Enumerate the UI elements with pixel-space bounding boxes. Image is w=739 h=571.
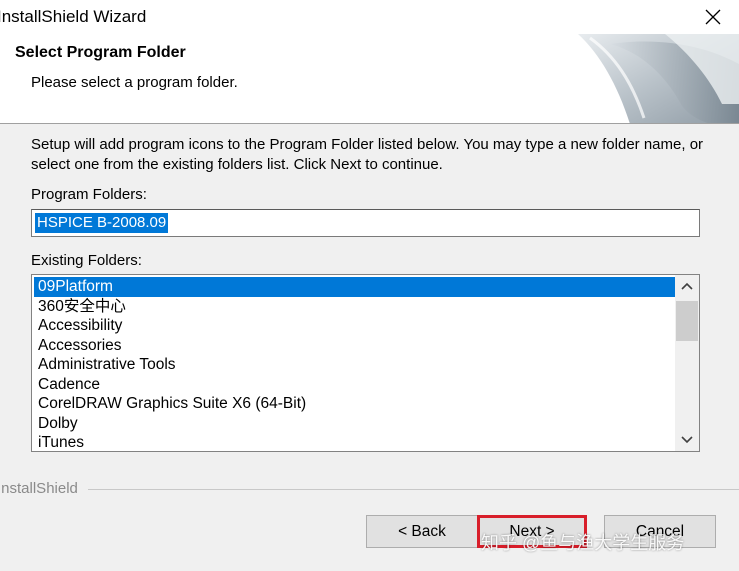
existing-folders-list[interactable]: 09Platform 360安全中心 Accessibility Accesso…: [31, 274, 700, 452]
list-item[interactable]: iTunes: [34, 433, 675, 451]
installshield-brand-label: InstallShield: [0, 480, 78, 497]
list-scrollbar[interactable]: [675, 275, 699, 451]
back-button[interactable]: < Back: [366, 515, 478, 548]
list-item[interactable]: Accessibility: [34, 316, 675, 336]
list-item[interactable]: 360安全中心: [34, 297, 675, 317]
watermark-text: 知乎 @鱼与渔大学生服务: [481, 533, 685, 553]
chevron-down-icon: [681, 436, 693, 444]
program-folder-input[interactable]: HSPICE B-2008.09: [31, 209, 700, 237]
scroll-up-button[interactable]: [675, 275, 699, 297]
close-icon: [705, 9, 721, 25]
scroll-thumb[interactable]: [676, 301, 698, 341]
footer-divider: [88, 489, 739, 490]
header-graphic: [578, 34, 739, 123]
list-item[interactable]: 09Platform: [34, 277, 675, 297]
page-subtitle: Please select a program folder.: [31, 74, 238, 91]
list-item[interactable]: Cadence: [34, 375, 675, 395]
close-button[interactable]: [698, 4, 728, 30]
description-text: Setup will add program icons to the Prog…: [31, 136, 704, 173]
existing-folders-items: 09Platform 360安全中心 Accessibility Accesso…: [34, 277, 675, 451]
chevron-up-icon: [681, 282, 693, 290]
installshield-wizard-window: InstallShield Wizard Select Program Fold…: [0, 0, 739, 571]
list-item[interactable]: CorelDRAW Graphics Suite X6 (64-Bit): [34, 394, 675, 414]
header-panel: Select Program Folder Please select a pr…: [0, 34, 739, 124]
list-item[interactable]: Dolby: [34, 414, 675, 434]
list-item[interactable]: Accessories: [34, 336, 675, 356]
list-item[interactable]: Administrative Tools: [34, 355, 675, 375]
title-bar: InstallShield Wizard: [0, 0, 739, 34]
scroll-down-button[interactable]: [675, 429, 699, 451]
program-folders-label: Program Folders:: [31, 186, 147, 203]
existing-folders-label: Existing Folders:: [31, 252, 142, 269]
window-title: InstallShield Wizard: [0, 7, 147, 26]
page-title: Select Program Folder: [15, 44, 186, 61]
program-folder-value: HSPICE B-2008.09: [35, 213, 169, 233]
